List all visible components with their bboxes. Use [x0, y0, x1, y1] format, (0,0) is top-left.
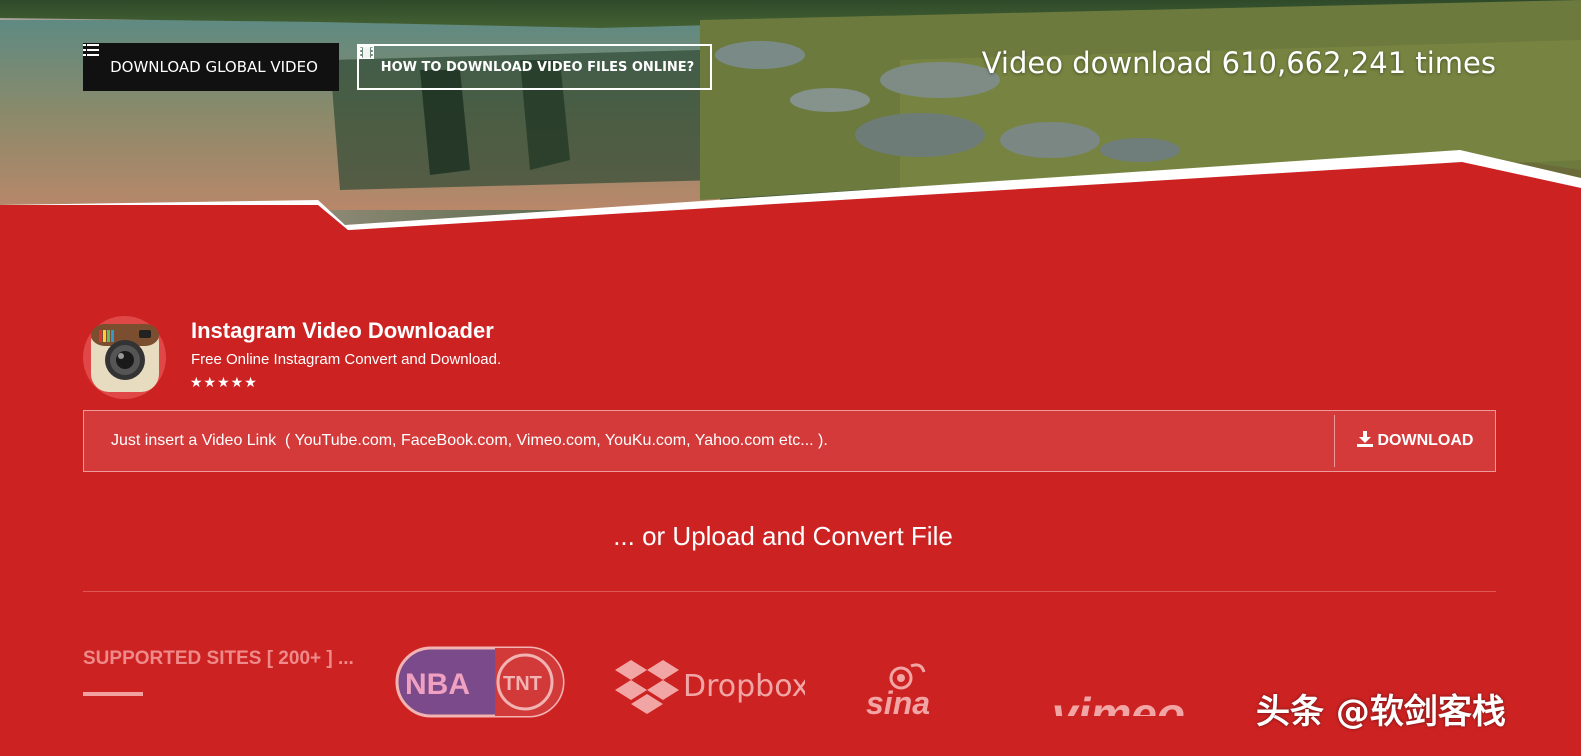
vimeo-logo-text: vimeo	[1052, 688, 1185, 716]
download-global-video-button[interactable]: DOWNLOAD GLOBAL VIDEO	[83, 43, 339, 91]
vimeo-logo[interactable]: vimeo	[1052, 676, 1242, 716]
how-to-download-button[interactable]: HOW TO DOWNLOAD VIDEO FILES ONLINE?	[357, 44, 712, 90]
download-global-video-label: DOWNLOAD GLOBAL VIDEO	[110, 58, 318, 76]
rating-stars: ★★★★★	[190, 375, 258, 391]
supported-sites-label: SUPPORTED SITES [ 200+ ] ...	[83, 648, 354, 669]
supported-sites-underline	[83, 692, 143, 696]
download-button[interactable]: DOWNLOAD	[1334, 415, 1495, 467]
hero-banner: DOWNLOAD GLOBAL VIDEO HOW TO DOWNLOAD VI…	[0, 0, 1581, 230]
nba-tnt-logo[interactable]: NBA TNT	[395, 646, 565, 722]
dropbox-logo[interactable]: Dropbox	[615, 656, 809, 722]
video-url-input[interactable]	[84, 411, 1334, 471]
tnt-logo-text: TNT	[503, 673, 542, 695]
download-icon	[1356, 430, 1373, 452]
page: DOWNLOAD GLOBAL VIDEO HOW TO DOWNLOAD VI…	[0, 0, 1581, 756]
sina-logo[interactable]: sina	[866, 660, 966, 724]
download-button-label: DOWNLOAD	[1377, 432, 1474, 449]
instagram-logo	[83, 316, 166, 399]
dropbox-logo-text: Dropbox	[683, 669, 805, 704]
watermark: 头条 @软剑客栈	[1256, 692, 1506, 732]
download-counter: Video download 610,662,241 times	[981, 46, 1496, 80]
landscape-image	[0, 0, 1581, 230]
upload-convert-link[interactable]: ... or Upload and Convert File	[0, 521, 1566, 552]
app-subtitle: Free Online Instagram Convert and Downlo…	[191, 351, 502, 368]
url-input-bar: DOWNLOAD	[83, 410, 1496, 472]
dropbox-icon	[615, 660, 679, 714]
how-to-download-label: HOW TO DOWNLOAD VIDEO FILES ONLINE?	[380, 59, 695, 75]
nba-logo-text: NBA	[405, 668, 470, 701]
app-title: Instagram Video Downloader	[191, 318, 494, 343]
camera-icon	[90, 323, 159, 392]
sina-logo-text: sina	[866, 685, 930, 720]
section-divider	[83, 591, 1496, 592]
